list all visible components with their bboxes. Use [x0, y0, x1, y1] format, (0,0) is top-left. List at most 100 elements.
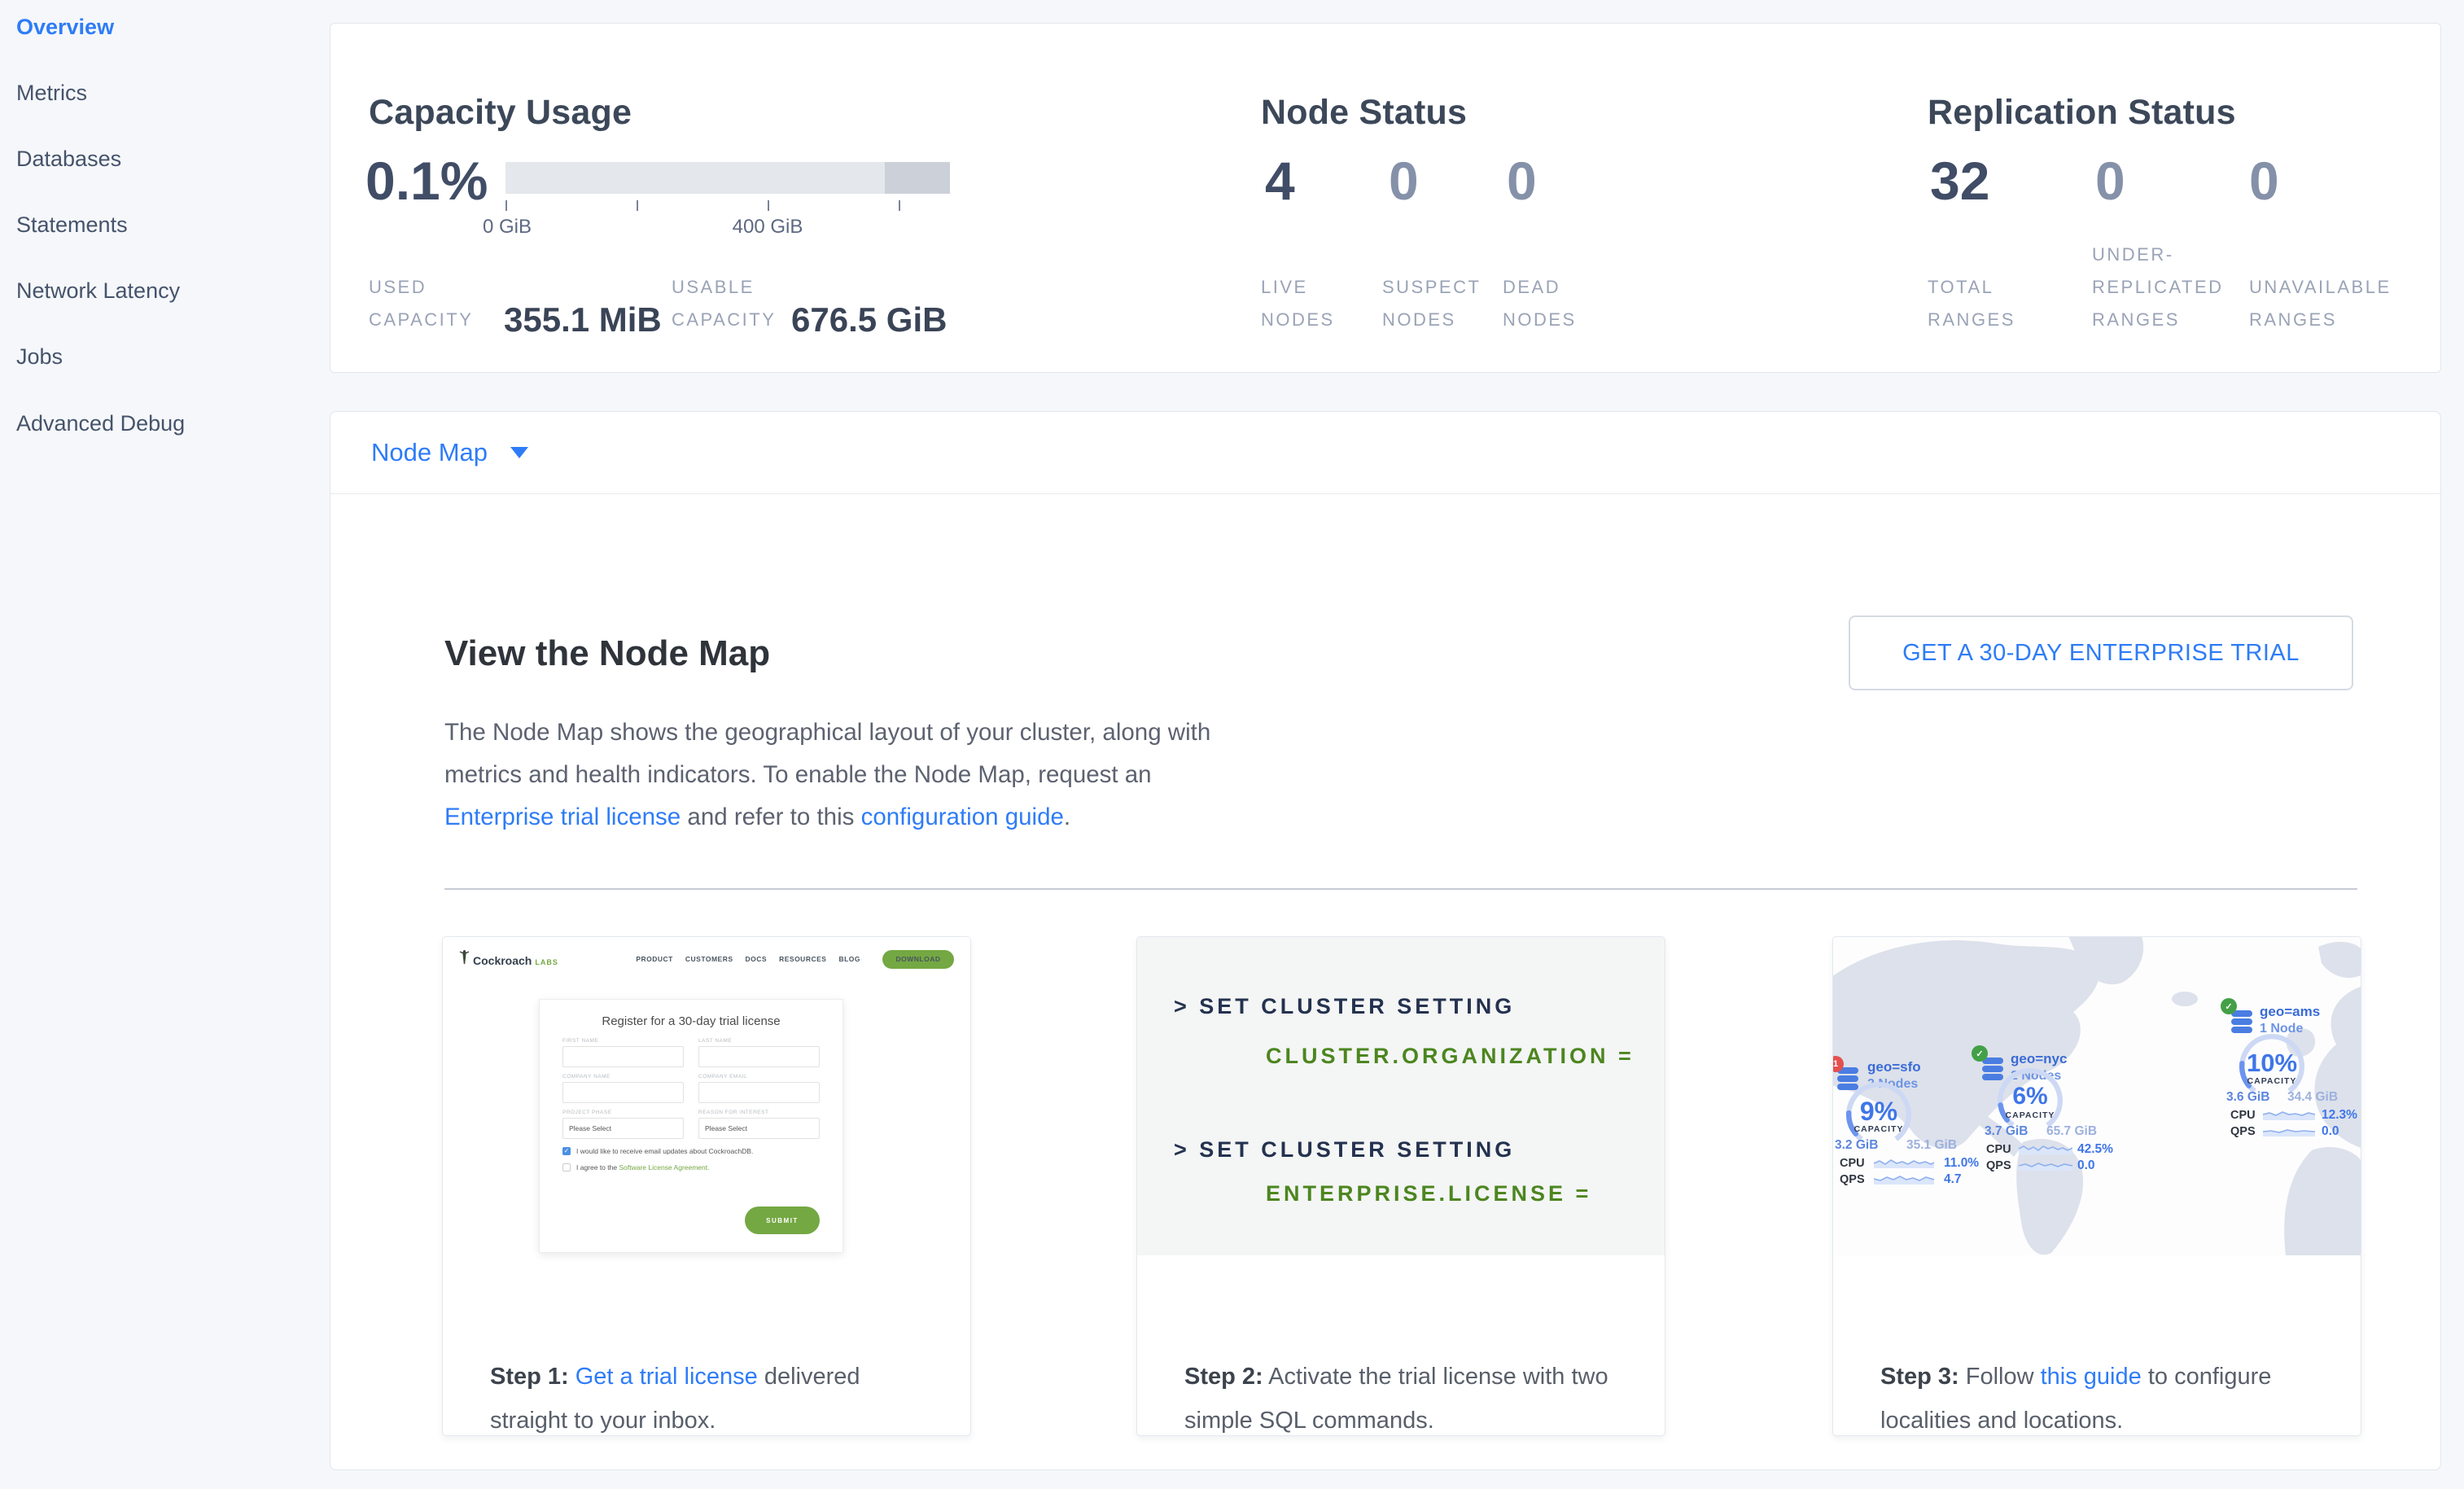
- dead-nodes-label: DEAD NODES: [1503, 271, 1596, 336]
- cockroach-labs-logo: Cockroach LABS: [459, 950, 558, 969]
- sidebar: Overview Metrics Databases Statements Ne…: [0, 0, 330, 1489]
- cluster-summary-panel: Capacity Usage 0.1% 0 GiB 400 GiB USED C…: [330, 23, 2441, 373]
- cpu-value: 12.3%: [2322, 1108, 2357, 1123]
- capacity-bar-reserved-segment: [885, 162, 950, 194]
- usable-capacity-value: 676.5 GiB: [791, 300, 947, 339]
- sidebar-item-databases[interactable]: Databases: [16, 147, 121, 172]
- cpu-sparkline-icon: [1874, 1155, 1934, 1168]
- used-capacity: 3.2 GiB: [1835, 1138, 1878, 1153]
- qps-value: 0.0: [2077, 1158, 2095, 1173]
- replication-status-title: Replication Status: [1928, 93, 2236, 133]
- capacity-percent: 9%: [1841, 1097, 1916, 1127]
- thumbnail-nav-links: PRODUCT CUSTOMERS DOCS RESOURCES BLOG DO…: [636, 950, 954, 969]
- used-capacity-value: 355.1 MiB: [504, 300, 662, 339]
- sidebar-item-statements[interactable]: Statements: [16, 212, 128, 238]
- total-ranges-label: TOTAL RANGES: [1928, 271, 2033, 336]
- section-divider: [444, 888, 2357, 890]
- step-2-caption: Step 2: Activate the trial license with …: [1184, 1355, 1635, 1436]
- total-capacity: 34.4 GiB: [2287, 1090, 2338, 1105]
- sidebar-item-jobs[interactable]: Jobs: [16, 344, 63, 370]
- cpu-value: 42.5%: [2077, 1142, 2113, 1157]
- get-trial-license-link[interactable]: Get a trial license: [576, 1364, 758, 1390]
- qps-value: 4.7: [1944, 1172, 1962, 1187]
- signup-page-thumbnail: Cockroach LABS PRODUCT CUSTOMERS DOCS RE…: [443, 937, 970, 1312]
- sql-setting-line: CLUSTER.ORGANIZATION =: [1266, 1044, 1635, 1069]
- field-label: COMPANY EMAIL: [698, 1074, 820, 1080]
- field-label: COMPANY NAME: [562, 1074, 684, 1080]
- chevron-down-icon: [510, 447, 528, 458]
- sidebar-item-advanced-debug[interactable]: Advanced Debug: [16, 411, 185, 436]
- total-ranges-count: 32: [1930, 150, 1989, 212]
- step-3-caption: Step 3: Follow this guide to configure l…: [1880, 1355, 2331, 1436]
- logo-suffix: LABS: [535, 958, 558, 966]
- checkbox-empty-icon: [562, 1163, 571, 1171]
- software-license-agreement-link: Software License Agreement.: [619, 1163, 709, 1171]
- thumbnail-nav-bar: Cockroach LABS PRODUCT CUSTOMERS DOCS RE…: [443, 942, 970, 976]
- axis-tick: [768, 200, 769, 211]
- capacity-bar-track: [505, 162, 950, 194]
- step-number: Step 2:: [1184, 1364, 1263, 1390]
- node-map-description: The Node Map shows the geographical layo…: [444, 712, 1242, 839]
- description-text: and refer to this: [681, 804, 860, 830]
- suspect-nodes-count: 0: [1389, 150, 1419, 212]
- form-field: COMPANY EMAIL: [698, 1074, 820, 1103]
- page-title: View the Node Map: [444, 633, 770, 674]
- node-map-dropdown[interactable]: Node Map: [371, 412, 528, 493]
- total-capacity: 35.1 GiB: [1906, 1138, 1957, 1153]
- under-replicated-count: 0: [2095, 150, 2125, 212]
- sql-prompt-line: > SET CLUSTER SETTING: [1174, 994, 1515, 1019]
- sql-prompt-line: > SET CLUSTER SETTING: [1174, 1137, 1515, 1163]
- used-capacity: 3.6 GiB: [2226, 1090, 2269, 1105]
- logo-text: Cockroach: [473, 954, 532, 967]
- select-input: Please Select: [698, 1118, 820, 1139]
- capacity-label: CAPACITY: [1841, 1124, 1916, 1134]
- caption-text: Follow: [1959, 1364, 2041, 1390]
- text-input: [698, 1082, 820, 1103]
- cpu-label: CPU: [2230, 1109, 2256, 1122]
- sidebar-item-metrics[interactable]: Metrics: [16, 81, 87, 106]
- used-capacity-label: USED CAPACITY: [369, 271, 499, 336]
- under-replicated-label: UNDER-REPLICATED RANGES: [2092, 239, 2255, 336]
- usable-capacity-label: USABLE CAPACITY: [672, 271, 802, 336]
- enterprise-trial-button[interactable]: GET A 30-DAY ENTERPRISE TRIAL: [1849, 615, 2353, 690]
- cpu-value: 11.0%: [1944, 1156, 1979, 1171]
- step-2-card: > SET CLUSTER SETTING CLUSTER.ORGANIZATI…: [1136, 936, 1665, 1436]
- qps-label: QPS: [1986, 1159, 2011, 1172]
- form-title: Register for a 30-day trial license: [562, 1014, 820, 1028]
- live-nodes-label: LIVE NODES: [1261, 271, 1355, 336]
- sidebar-item-network-latency[interactable]: Network Latency: [16, 278, 180, 304]
- configuration-guide-link[interactable]: configuration guide: [861, 804, 1064, 830]
- checkbox-text: I agree to the: [576, 1163, 619, 1171]
- locality-name: geo=ams: [2260, 1004, 2320, 1020]
- node-map-panel: Node Map View the Node Map The Node Map …: [330, 411, 2441, 1470]
- capacity-usage-title: Capacity Usage: [369, 93, 632, 133]
- node-map-thumbnail: 1 geo=sfo 2 Nodes 9% CAPACITY 3.2 GiB 35…: [1833, 937, 2361, 1255]
- form-field: PROJECT PHASE Please Select: [562, 1110, 684, 1139]
- dead-nodes-count: 0: [1507, 150, 1537, 212]
- this-guide-link[interactable]: this guide: [2041, 1364, 2142, 1390]
- axis-tick: [637, 200, 638, 211]
- live-nodes-count: 4: [1265, 150, 1295, 212]
- axis-tick: [505, 200, 507, 211]
- form-field: COMPANY NAME: [562, 1074, 684, 1103]
- healthy-badge-icon: ✓: [1972, 1045, 1988, 1062]
- checkbox-checked-icon: ✓: [562, 1147, 571, 1155]
- nav-link: DOCS: [746, 955, 768, 963]
- sidebar-item-overview[interactable]: Overview: [16, 15, 114, 40]
- healthy-badge-icon: ✓: [2221, 998, 2237, 1014]
- suspect-nodes-label: SUSPECT NODES: [1382, 271, 1488, 336]
- qps-value: 0.0: [2322, 1124, 2339, 1139]
- sql-setting-line: ENTERPRISE.LICENSE =: [1266, 1181, 1591, 1207]
- text-input: [698, 1046, 820, 1067]
- caption-text: [569, 1364, 576, 1390]
- enterprise-trial-license-link[interactable]: Enterprise trial license: [444, 804, 681, 830]
- axis-tick-label-400: 400 GiB: [733, 216, 803, 239]
- cpu-sparkline-icon: [2263, 1107, 2315, 1120]
- form-field: REASON FOR INTEREST Please Select: [698, 1110, 820, 1139]
- submit-pill: SUBMIT: [745, 1207, 820, 1234]
- nav-link: BLOG: [838, 955, 860, 963]
- total-capacity: 65.7 GiB: [2046, 1124, 2097, 1139]
- nav-link: PRODUCT: [636, 955, 673, 963]
- view-selector-row: Node Map: [330, 412, 2440, 494]
- locality-name: geo=sfo: [1867, 1059, 1921, 1075]
